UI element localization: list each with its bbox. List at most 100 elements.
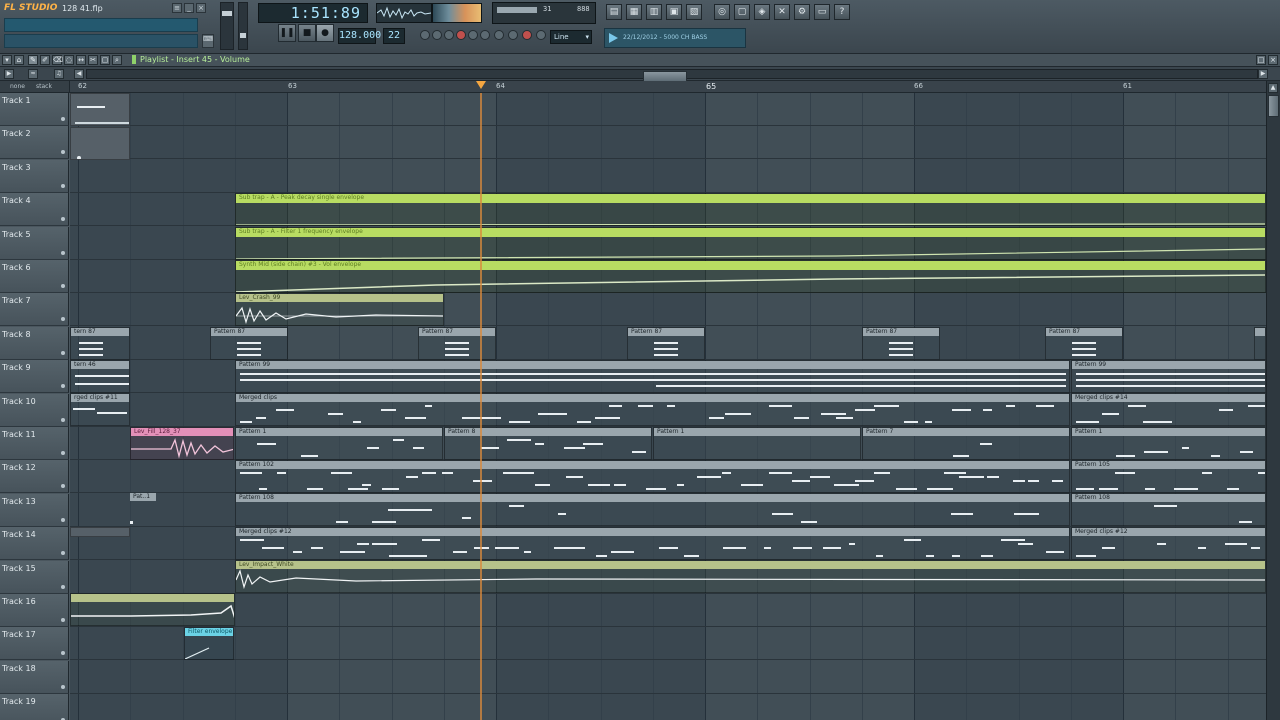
audio-clip[interactable]: Lev_Impact_White [235,560,1266,593]
pattern-clip[interactable]: Pattern 1 [235,427,443,460]
wait-input-icon[interactable] [432,30,442,40]
clip-track2[interactable] [70,127,130,160]
audio-clip[interactable]: Lev_Crash_99 [235,293,444,326]
song-pattern-icon[interactable]: ♫ [54,69,64,79]
audio-clip[interactable] [70,593,235,626]
pattern-clip[interactable]: Pattern 1 [653,427,861,460]
pattern-clip[interactable]: tern 46 [70,360,130,393]
pattern-clip[interactable]: Pattern 87 [418,327,496,360]
delete-tool-icon[interactable]: ⌫ [52,55,63,65]
playlist-icon[interactable]: ▤ [606,4,622,20]
timeline-ruler[interactable]: 62 63 64 65 66 61 [70,81,1266,93]
blend-notes-icon[interactable] [494,30,504,40]
track-enable-led[interactable] [61,651,65,656]
automation-clip[interactable]: Sub trap - A - Peak decay single envelop… [235,193,1266,226]
track-enable-led[interactable] [61,350,65,355]
pattern-clip[interactable] [1254,327,1266,360]
plugin-picker-icon[interactable]: ▢ [734,4,750,20]
tempo-display[interactable]: 128.000 [338,28,381,44]
typing-keyboard-icon[interactable] [508,30,518,40]
pattern-clip[interactable]: Pattern 7 [862,427,1070,460]
keyboard-icon[interactable]: ⌨ [202,34,214,48]
pattern-clip[interactable]: Pattern 87 [627,327,705,360]
pattern-clip[interactable]: rged clips #11 [70,393,130,426]
pattern-mode-icon[interactable] [536,30,546,40]
pattern-clip[interactable]: Merged clips #12 [1071,527,1266,560]
pattern-clip[interactable]: tern 87 [70,327,130,360]
track-enable-led[interactable] [61,517,65,522]
playlist-grid[interactable]: Sub trap - A - Peak decay single envelop… [70,93,1266,720]
track-header[interactable]: Track 11 [0,427,69,460]
play-pattern-icon[interactable]: ▶ [4,69,14,79]
pattern-clip[interactable]: Pattern 108 [1071,493,1266,526]
track-header[interactable]: Track 2 [0,126,69,160]
playlist-title[interactable]: Playlist - Insert 45 - Volume [132,54,272,67]
pattern-clip[interactable]: Pat..1 [130,493,158,526]
loop-record-icon[interactable] [468,30,478,40]
record-mode-icon[interactable] [456,30,466,40]
track-header[interactable]: Track 19 [0,694,69,720]
snap-select[interactable]: Line [550,30,592,44]
master-pitch-slider[interactable] [238,2,248,50]
track-header[interactable]: Track 8 [0,326,69,360]
multilink-icon[interactable] [522,30,532,40]
horizontal-scrollbar[interactable] [86,69,1258,82]
pattern-clip[interactable]: Pattern 1 [1071,427,1266,460]
track-header[interactable]: Track 3 [0,159,69,193]
metronome-icon[interactable] [420,30,430,40]
play-preview-icon[interactable] [609,33,618,43]
track-enable-led[interactable] [61,484,65,489]
record-button[interactable]: ● [316,24,334,42]
pattern-clip[interactable]: Merged clips #14 [1071,393,1266,426]
track-enable-led[interactable] [61,684,65,689]
automation-clip[interactable]: Filter envelope [184,627,234,660]
pattern-clip[interactable]: Pattern 87 [1045,327,1123,360]
slice-tool-icon[interactable]: ✂ [88,55,98,65]
scroll-up-icon[interactable]: ▲ [1268,83,1278,93]
zoom-tool-icon[interactable]: ⌕ [112,55,122,65]
pattern-clip[interactable]: Pattern 8 [444,427,652,460]
pattern-clip[interactable]: Pattern 108 [235,493,1070,526]
countdown-icon[interactable] [444,30,454,40]
pattern-clip[interactable]: Merged clips [235,393,1070,426]
playlist-close-icon[interactable]: × [1268,55,1278,65]
slip-tool-icon[interactable]: ↔ [76,55,86,65]
time-display[interactable]: 1:51:89 [258,3,368,23]
pattern-clip[interactable]: Pattern 105 [1071,460,1266,493]
track-enable-led[interactable] [61,384,65,389]
draw-tool-icon[interactable]: ✎ [28,55,38,65]
track-header[interactable]: Track 4 [0,193,69,227]
help-icon[interactable]: ? [834,4,850,20]
settings-icon[interactable]: ⚙ [794,4,810,20]
playhead-marker[interactable] [476,81,486,89]
track-enable-led[interactable] [61,150,65,155]
track-enable-led[interactable] [61,618,65,622]
track-enable-led[interactable] [61,183,65,188]
pattern-clip[interactable]: Pattern 87 [210,327,288,360]
project-info-icon[interactable]: ◈ [754,4,770,20]
automation-clip[interactable]: Synth Mid (side chain) #3 - Vol envelope [235,260,1266,293]
track-header[interactable]: Track 1 [0,93,69,126]
track-header[interactable]: Track 15 [0,560,69,594]
audio-clip[interactable]: Lev_Fill_128_37 [130,427,234,460]
clip-track14[interactable] [70,527,130,537]
clip-track1[interactable] [70,93,130,126]
pattern-clip[interactable]: Pattern 87 [862,327,940,360]
playlist-maximize-icon[interactable]: □ [1256,55,1266,65]
scroll-right-icon[interactable]: ▶ [1258,69,1268,79]
master-volume-slider[interactable] [220,2,234,50]
track-enable-led[interactable] [61,584,65,589]
step-edit-icon[interactable] [480,30,490,40]
track-header[interactable]: Track 14 [0,527,69,561]
track-enable-led[interactable] [61,317,65,322]
tools-icon[interactable]: ✕ [774,4,790,20]
track-header[interactable]: Track 10 [0,393,69,427]
track-enable-led[interactable] [61,217,65,222]
track-header[interactable]: Track 13 [0,493,69,527]
snap-icon[interactable]: ⌂ [14,55,24,65]
track-header[interactable]: Track 5 [0,226,69,260]
piano-roll-icon[interactable]: ▥ [646,4,662,20]
pattern-clip[interactable]: Pattern 102 [235,460,1070,493]
pattern-clip[interactable]: Pattern 99 [1071,360,1266,393]
close-icon[interactable]: × [196,3,206,13]
